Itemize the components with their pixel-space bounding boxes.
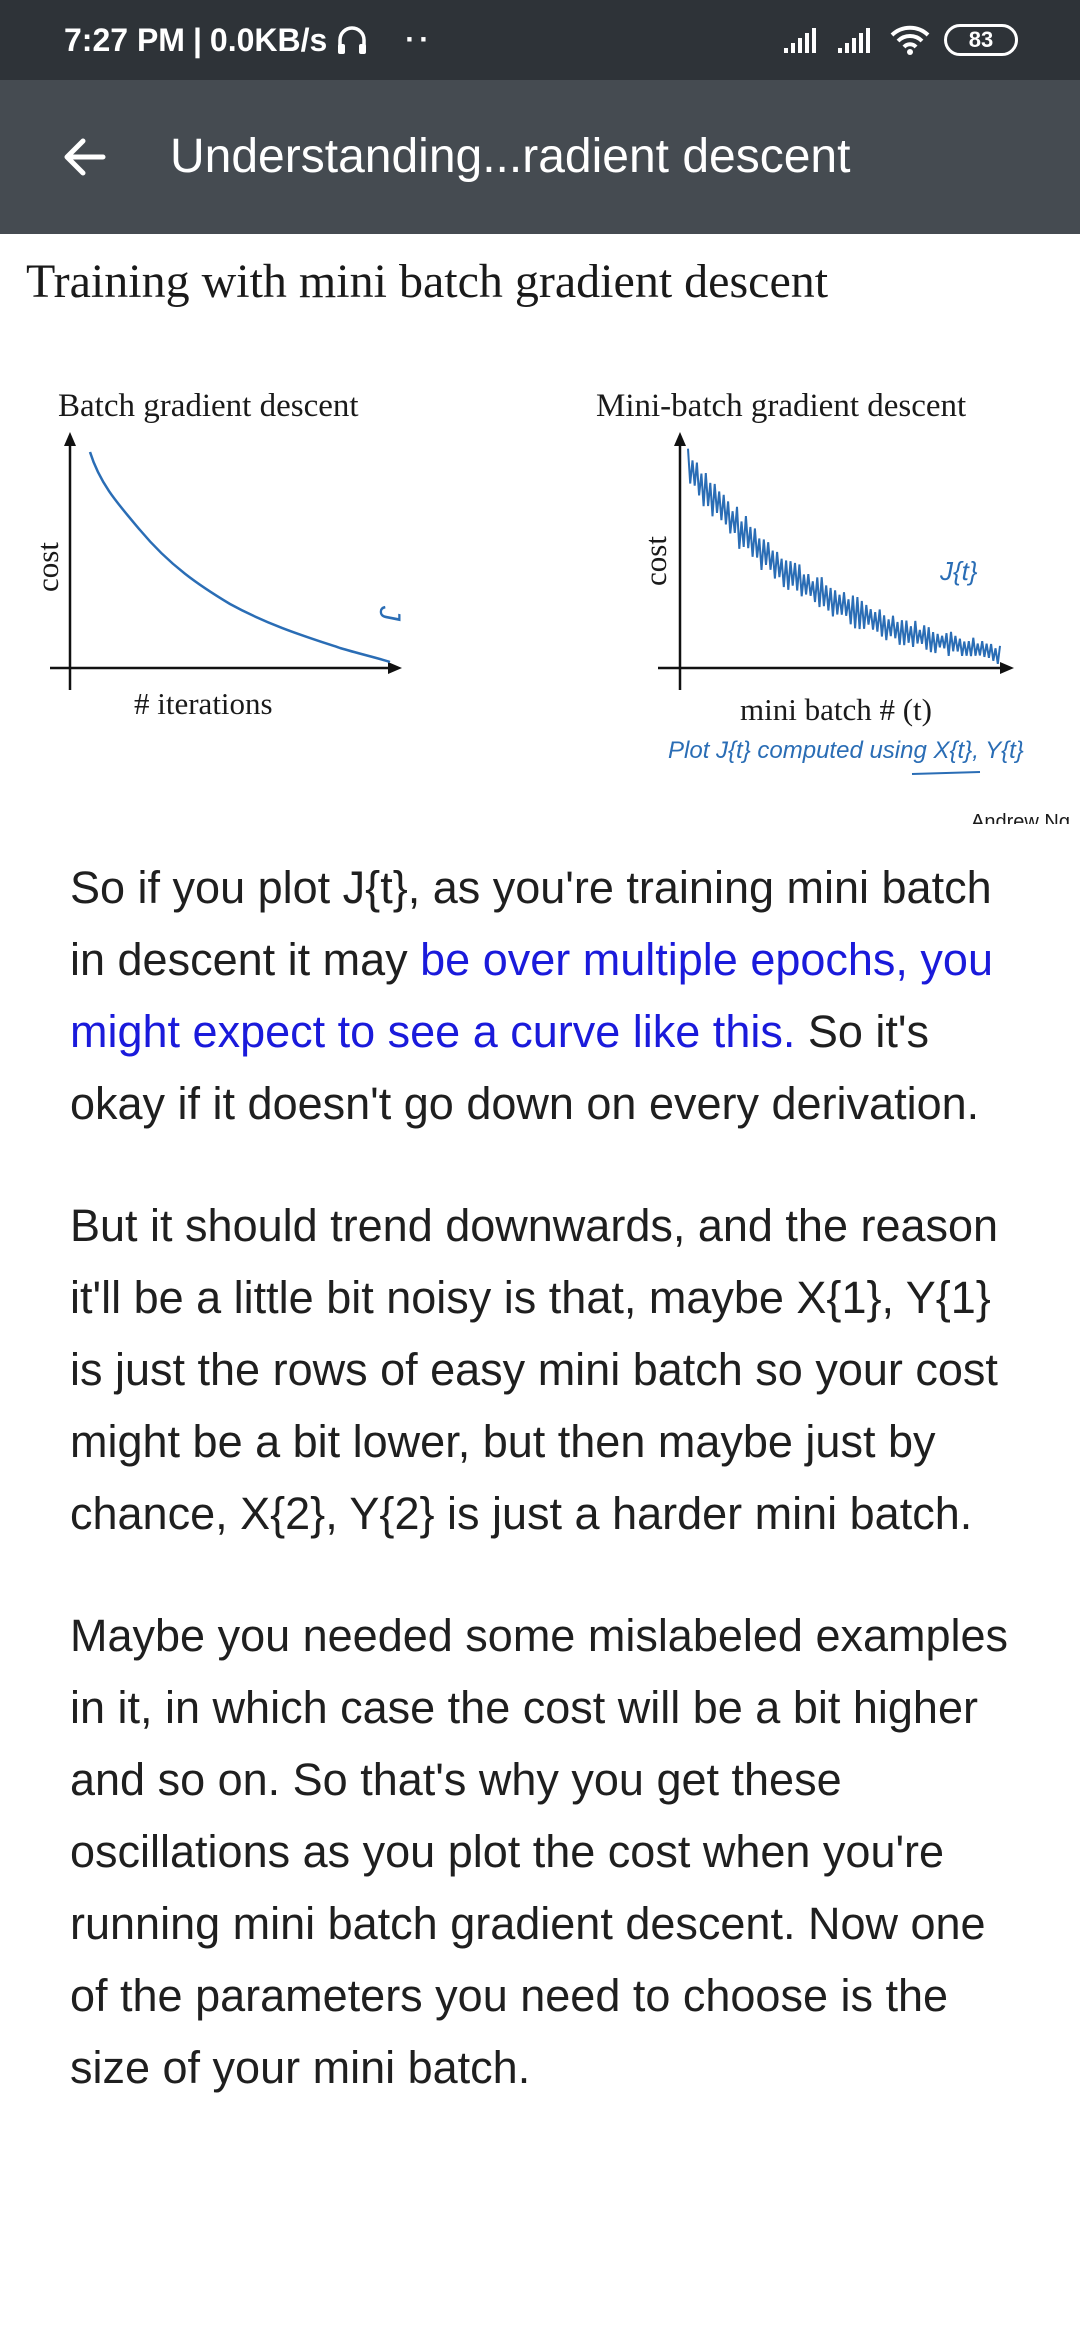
back-button[interactable]: [44, 117, 124, 197]
battery-indicator: 83: [944, 24, 1018, 56]
handwritten-underline: [911, 771, 981, 775]
minibatch-chart-title: Mini-batch gradient descent: [596, 388, 966, 424]
article-body: So if you plot J{t}, as you're training …: [70, 852, 1030, 2154]
minibatch-ylabel: cost: [638, 536, 673, 586]
status-right: 83: [782, 0, 1018, 80]
status-separator: |: [192, 22, 202, 58]
headset-icon: [338, 26, 367, 54]
status-time: 7:27 PM: [64, 22, 185, 58]
batch-cost-curve: [88, 451, 391, 664]
back-arrow-icon: [64, 138, 106, 176]
batch-y-arrow: [64, 432, 76, 446]
status-net-speed: 0.0KB/s: [209, 22, 328, 58]
minibatch-x-arrow: [1000, 662, 1014, 674]
status-bar: 7:27 PM | 0.0KB/s ·· 83: [0, 0, 1080, 80]
batch-xlabel: # iterations: [134, 686, 273, 721]
cellular-signal-2-icon: [838, 28, 870, 53]
app-bar: Understanding...radient descent: [0, 80, 1080, 234]
paragraph-1: So if you plot J{t}, as you're training …: [70, 852, 1030, 1140]
batch-curve-annotation: J: [373, 605, 406, 622]
batch-chart-title: Batch gradient descent: [58, 388, 359, 424]
slide-credit: Andrew Ng: [971, 811, 1070, 824]
minibatch-y-arrow: [674, 432, 686, 446]
paragraph-3: Maybe you needed some mislabeled example…: [70, 1610, 1009, 2093]
status-dots: ··: [405, 23, 434, 56]
minibatch-handwritten-note: Plot J{t} computed using X{t}, Y{t}: [668, 737, 1024, 764]
minibatch-xlabel: mini batch # (t): [740, 692, 932, 727]
page-title: Understanding...radient descent: [170, 130, 851, 183]
status-left: 7:27 PM | 0.0KB/s ··: [64, 0, 433, 80]
lecture-slide: Training with mini batch gradient descen…: [0, 234, 1080, 824]
wifi-icon: [890, 25, 930, 55]
batch-ylabel: cost: [30, 542, 65, 592]
minibatch-curve-annotation: J{t}: [939, 556, 978, 586]
cellular-signal-icon: [784, 28, 816, 53]
batch-x-arrow: [388, 662, 402, 674]
paragraph-2: But it should trend downwards, and the r…: [70, 1200, 999, 1539]
slide-figures: Batch gradient descent cost # iterations…: [30, 388, 1070, 824]
